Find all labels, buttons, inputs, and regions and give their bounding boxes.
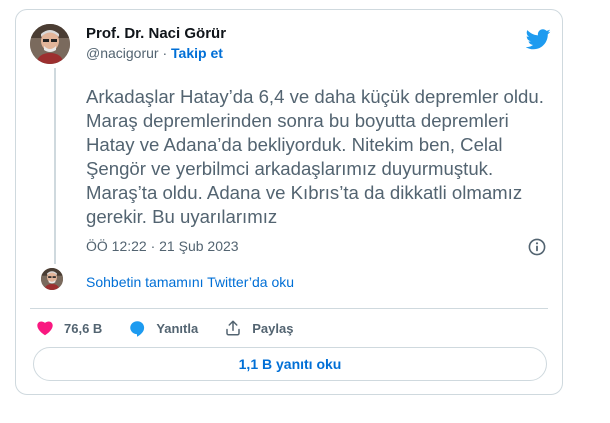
share-icon [226,320,240,336]
thread-line [54,68,56,264]
author-sub: @nacigorur · Takip et [86,44,226,63]
read-thread-link[interactable]: Sohbetin tamamını Twitter’da oku [86,274,294,290]
follow-link[interactable]: Takip et [171,45,223,61]
author-block: Prof. Dr. Naci Görür @nacigorur · Takip … [86,24,226,63]
action-bar: 76,6 B Yanıtla Paylaş [36,317,319,339]
like-count: 76,6 B [64,320,103,336]
reply-bubble-icon [130,321,145,337]
author-avatar-small[interactable] [41,268,63,290]
share-button[interactable]: Paylaş [224,319,293,337]
divider [30,308,548,309]
tweet-card: Prof. Dr. Naci Görür @nacigorur · Takip … [15,9,563,395]
author-handle[interactable]: @nacigorur [86,45,159,61]
reply-button[interactable]: Yanıtla [128,319,198,337]
tweet-text: Arkadaşlar Hatay’da 6,4 ve daha küçük de… [86,86,550,227]
reply-label: Yanıtla [156,320,199,336]
separator-dot: · [158,45,172,61]
heart-icon [37,321,53,336]
author-avatar[interactable] [30,24,70,64]
info-icon[interactable] [528,238,546,256]
read-replies-button[interactable]: 1,1 B yanıtı oku [33,347,547,381]
like-button[interactable]: 76,6 B [36,319,102,337]
author-name[interactable]: Prof. Dr. Naci Görür [86,24,226,43]
share-label: Paylaş [252,320,294,336]
twitter-bird-icon[interactable] [526,29,551,50]
tweet-timestamp[interactable]: ÖÖ 12:22 · 21 Şub 2023 [86,238,239,254]
